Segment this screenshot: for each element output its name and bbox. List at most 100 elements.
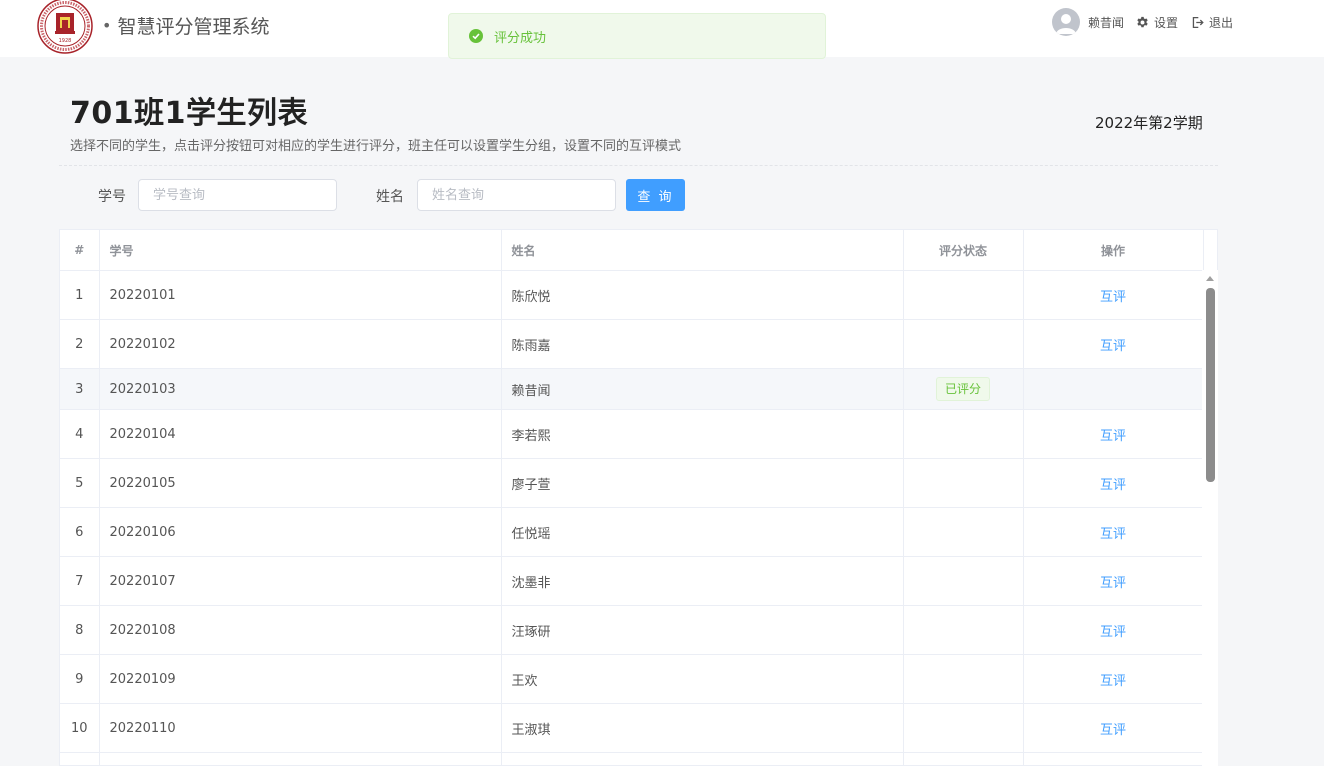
cell-name: 陈欣悦 bbox=[501, 270, 904, 320]
cell-action: 互评 bbox=[1023, 458, 1204, 508]
table-row[interactable]: 1 20220101 陈欣悦 互评 bbox=[60, 270, 1204, 320]
peer-review-link[interactable]: 互评 bbox=[1100, 478, 1126, 493]
peer-review-link[interactable]: 互评 bbox=[1100, 339, 1126, 354]
table-row[interactable]: 4 20220104 李若熙 互评 bbox=[60, 409, 1204, 459]
row-index: 7 bbox=[75, 573, 84, 589]
cell-status bbox=[903, 703, 1024, 753]
peer-review-link[interactable]: 互评 bbox=[1100, 723, 1126, 738]
cell-action: 互评 bbox=[1023, 409, 1204, 459]
column-header-status[interactable]: 评分状态 bbox=[903, 230, 1024, 271]
row-index: 1 bbox=[75, 287, 84, 303]
query-button[interactable]: 查 询 bbox=[626, 179, 685, 211]
peer-review-link[interactable]: 互评 bbox=[1100, 625, 1126, 640]
app-title-text: 智慧评分管理系统 bbox=[117, 15, 270, 38]
row-index: 6 bbox=[75, 524, 84, 540]
toast-message: 评分成功 bbox=[494, 30, 547, 46]
cell-name bbox=[501, 752, 904, 765]
cell-student-id: 20220106 bbox=[99, 507, 502, 557]
svg-text:1928: 1928 bbox=[59, 38, 72, 44]
table-row[interactable]: 10 20220110 王淑琪 互评 bbox=[60, 703, 1204, 753]
row-student-id: 20220102 bbox=[109, 336, 176, 352]
peer-review-link[interactable]: 互评 bbox=[1100, 674, 1126, 689]
row-student-id: 20220110 bbox=[109, 720, 176, 736]
row-name: 陈欣悦 bbox=[511, 289, 551, 305]
username[interactable]: 赖昔闻 bbox=[1088, 14, 1124, 31]
row-name: 王淑琪 bbox=[511, 722, 551, 738]
cell-name: 廖子萱 bbox=[501, 458, 904, 508]
cell-index: 2 bbox=[60, 319, 100, 369]
cell-student-id: 20220109 bbox=[99, 654, 502, 704]
cell-action: 互评 bbox=[1023, 605, 1204, 655]
cell-name: 沈墨非 bbox=[501, 556, 904, 606]
settings-link[interactable]: 设置 bbox=[1136, 14, 1178, 31]
app-title[interactable]: • 智慧评分管理系统 bbox=[102, 12, 269, 38]
cell-index: 3 bbox=[60, 368, 100, 410]
student-id-search-input[interactable] bbox=[138, 179, 337, 211]
cell-name: 汪琢研 bbox=[501, 605, 904, 655]
term-label: 2022年第2学期 bbox=[1095, 114, 1203, 132]
cell-name: 任悦瑶 bbox=[501, 507, 904, 557]
logout-icon bbox=[1192, 16, 1204, 28]
row-student-id: 20220105 bbox=[109, 475, 176, 491]
cell-action bbox=[1023, 368, 1204, 410]
cell-student-id: 20220103 bbox=[99, 368, 502, 410]
scrollbar-thumb[interactable] bbox=[1206, 288, 1215, 482]
cell-name: 赖昔闻 bbox=[501, 368, 904, 410]
scroll-up-arrow-icon[interactable] bbox=[1206, 276, 1214, 281]
cell-index: 6 bbox=[60, 507, 100, 557]
cell-index: 4 bbox=[60, 409, 100, 459]
cell-student-id: 20220108 bbox=[99, 605, 502, 655]
column-header-name[interactable]: 姓名 bbox=[501, 230, 904, 271]
table-row[interactable]: 9 20220109 王欢 互评 bbox=[60, 654, 1204, 704]
row-index: 2 bbox=[75, 336, 84, 352]
cell-status bbox=[903, 752, 1024, 765]
student-table: # 学号 姓名 评分状态 操作 1 20220101 陈欣悦 互评 2 20220102 陈… bbox=[59, 229, 1218, 766]
cell-index: 10 bbox=[60, 703, 100, 753]
cell-index bbox=[60, 752, 100, 765]
table-row[interactable]: 2 20220102 陈雨嘉 互评 bbox=[60, 319, 1204, 369]
cell-action: 互评 bbox=[1023, 319, 1204, 369]
cell-student-id: 20220102 bbox=[99, 319, 502, 369]
row-index: 4 bbox=[75, 426, 84, 442]
table-row[interactable]: 7 20220107 沈墨非 互评 bbox=[60, 556, 1204, 606]
table-row[interactable]: 3 20220103 赖昔闻 已评分 bbox=[60, 368, 1204, 410]
user-menu: 赖昔闻 设置 退出 bbox=[1052, 7, 1246, 37]
student-id-label: 学号 bbox=[98, 189, 126, 205]
user-icon[interactable] bbox=[1052, 8, 1080, 36]
cell-index: 7 bbox=[60, 556, 100, 606]
check-circle-icon bbox=[469, 29, 483, 43]
row-student-id: 20220103 bbox=[109, 381, 176, 397]
table-row[interactable]: 8 20220108 汪琢研 互评 bbox=[60, 605, 1204, 655]
row-name: 李若熙 bbox=[511, 428, 551, 444]
school-emblem-icon[interactable]: 1928 bbox=[37, 0, 93, 54]
peer-review-link[interactable]: 互评 bbox=[1100, 527, 1126, 542]
cell-index: 8 bbox=[60, 605, 100, 655]
cell-student-id bbox=[99, 752, 502, 765]
table-row[interactable] bbox=[60, 752, 1204, 765]
peer-review-link[interactable]: 互评 bbox=[1100, 290, 1126, 305]
logout-link[interactable]: 退出 bbox=[1191, 14, 1233, 31]
row-student-id: 20220101 bbox=[109, 287, 176, 303]
peer-review-link[interactable]: 互评 bbox=[1100, 429, 1126, 444]
section-divider bbox=[59, 165, 1218, 166]
row-index: 8 bbox=[75, 622, 84, 638]
cell-action bbox=[1023, 752, 1204, 765]
gear-icon bbox=[1137, 16, 1148, 27]
column-header-index[interactable]: # bbox=[60, 230, 100, 271]
page-subtitle: 选择不同的学生，点击评分按钮可对相应的学生进行评分，班主任可以设置学生分组，设置… bbox=[70, 139, 682, 154]
bullet-dot: • bbox=[102, 15, 112, 35]
cell-status bbox=[903, 409, 1024, 459]
column-header-action[interactable]: 操作 bbox=[1023, 230, 1204, 271]
cell-status bbox=[903, 654, 1024, 704]
cell-action: 互评 bbox=[1023, 270, 1204, 320]
row-student-id: 20220104 bbox=[109, 426, 176, 442]
column-header-student-id[interactable]: 学号 bbox=[99, 230, 502, 271]
name-search-input[interactable] bbox=[417, 179, 616, 211]
row-name: 陈雨嘉 bbox=[511, 338, 551, 354]
table-row[interactable]: 6 20220106 任悦瑶 互评 bbox=[60, 507, 1204, 557]
table-row[interactable]: 5 20220105 廖子萱 互评 bbox=[60, 458, 1204, 508]
cell-index: 5 bbox=[60, 458, 100, 508]
cell-status bbox=[903, 556, 1024, 606]
peer-review-link[interactable]: 互评 bbox=[1100, 576, 1126, 591]
cell-index: 1 bbox=[60, 270, 100, 320]
